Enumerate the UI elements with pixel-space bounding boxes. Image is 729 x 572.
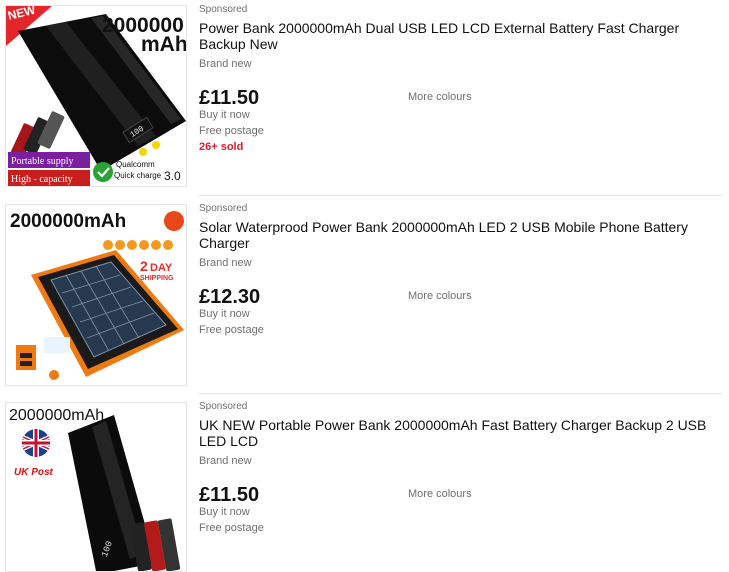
price: £12.30 (199, 286, 261, 308)
tag-capacity-text: High - capacity (11, 174, 73, 185)
quick-charge-version: 3.0 (164, 169, 181, 183)
buying-format: Buy it now (199, 109, 250, 121)
listing-title-link[interactable]: Power Bank 2000000mAh Dual USB LED LCD E… (199, 20, 679, 52)
listing-card[interactable]: 2000000mAh UK Post 100 Sponsored UK NEW … (0, 397, 722, 572)
listing-title-link[interactable]: UK NEW Portable Power Bank 2000000mAh Fa… (199, 417, 706, 449)
listing-title[interactable]: Power Bank 2000000mAh Dual USB LED LCD E… (199, 20, 719, 52)
price: £11.50 (199, 484, 260, 506)
more-colours: More colours (408, 91, 472, 103)
listing-title[interactable]: Solar Waterprood Power Bank 2000000mAh L… (199, 219, 719, 251)
hot-icon (164, 211, 184, 231)
sold-count: 26+ sold (199, 141, 244, 153)
capacity-line2: mAh (141, 33, 186, 56)
led-light (44, 337, 70, 353)
uk-post-text: UK Post (14, 467, 54, 478)
postage: Free postage (199, 324, 264, 336)
postage: Free postage (199, 522, 264, 534)
capacity-text: 2000000mAh (10, 211, 126, 232)
listing-image[interactable]: 2000000mAh UK Post 100 (5, 402, 187, 572)
condition: Brand new (199, 257, 252, 269)
uk-flag-icon (22, 429, 50, 457)
search-results-list: NEW 100 2000000 mAh Portable supply High… (0, 0, 729, 572)
buying-format: Buy it now (199, 308, 250, 320)
listing-card[interactable]: 2000000mAh 2 DAY SHIPPING Sponsored Sola… (0, 199, 722, 394)
buying-format: Buy it now (199, 506, 250, 518)
listing-title-link[interactable]: Solar Waterprood Power Bank 2000000mAh L… (199, 219, 688, 251)
day-badge-word: DAY (150, 262, 173, 274)
listing-image[interactable]: NEW 100 2000000 mAh Portable supply High… (5, 5, 187, 187)
tag-portable-text: Portable supply (11, 156, 74, 167)
condition: Brand new (199, 455, 252, 467)
price: £11.50 (199, 87, 260, 109)
listing-image[interactable]: 2000000mAh 2 DAY SHIPPING (5, 204, 187, 386)
condition: Brand new (199, 58, 252, 70)
solar-power-bank-image: 2000000mAh 2 DAY SHIPPING (10, 211, 184, 380)
sponsored-label: Sponsored (199, 401, 248, 412)
sponsored-label: Sponsored (199, 203, 248, 214)
sponsored-label: Sponsored (199, 4, 248, 15)
shipping-badge-word: SHIPPING (140, 275, 174, 282)
listing-card[interactable]: NEW 100 2000000 mAh Portable supply High… (0, 0, 722, 195)
power-bank-image: NEW 100 2000000 mAh Portable supply High… (6, 6, 186, 186)
divider (199, 195, 722, 196)
capacity-text: 2000000mAh (9, 407, 104, 424)
qualcomm-text: Qualcomm (116, 160, 155, 169)
quick-charge-icon (93, 162, 113, 182)
postage: Free postage (199, 125, 264, 137)
more-colours: More colours (408, 290, 472, 302)
listing-title[interactable]: UK NEW Portable Power Bank 2000000mAh Fa… (199, 417, 719, 449)
power-bank-image: 2000000mAh UK Post 100 (9, 407, 181, 571)
more-colours: More colours (408, 488, 472, 500)
day-badge-number: 2 (140, 258, 148, 274)
divider (199, 393, 722, 394)
quick-charge-text: Quick charge (114, 171, 162, 180)
